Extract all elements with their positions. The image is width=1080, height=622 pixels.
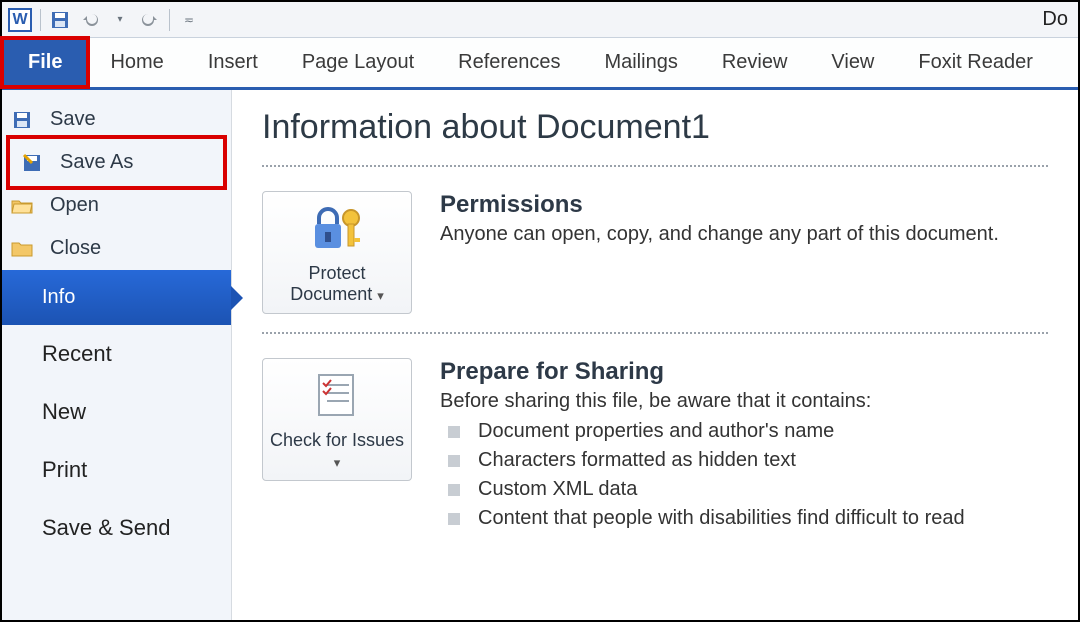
page-title: Information about Document1 bbox=[262, 108, 1048, 147]
tab-view[interactable]: View bbox=[809, 38, 896, 87]
sidebar-item-label: Info bbox=[42, 286, 75, 309]
list-item: Custom XML data bbox=[448, 475, 965, 504]
save-icon bbox=[10, 108, 34, 132]
divider bbox=[262, 165, 1048, 167]
divider bbox=[262, 332, 1048, 334]
save-icon[interactable] bbox=[49, 9, 71, 31]
backstage-sidebar: Save Save As Open Close Info Recent bbox=[2, 90, 232, 620]
list-item: Document properties and author's name bbox=[448, 417, 965, 446]
prepare-section: Check for Issues ▾ Prepare for Sharing B… bbox=[262, 352, 1048, 533]
folder-open-icon bbox=[10, 194, 34, 218]
dropdown-arrow-icon[interactable]: ▾ bbox=[109, 9, 131, 31]
sidebar-item-label: Save & Send bbox=[42, 515, 170, 541]
qat-separator bbox=[169, 9, 170, 31]
button-label: Protect Document ▾ bbox=[269, 263, 405, 305]
check-for-issues-button[interactable]: Check for Issues ▾ bbox=[262, 358, 412, 481]
prepare-issues-list: Document properties and author's name Ch… bbox=[440, 417, 965, 533]
ribbon-tabs: File Home Insert Page Layout References … bbox=[2, 38, 1078, 90]
sidebar-item-new[interactable]: New bbox=[2, 383, 231, 441]
bullet-icon bbox=[448, 455, 460, 467]
chevron-down-icon: ▾ bbox=[334, 455, 341, 470]
sidebar-item-open[interactable]: Open bbox=[2, 184, 231, 227]
window-title: Do bbox=[1042, 8, 1072, 31]
customize-qat-icon[interactable]: ≂ bbox=[178, 9, 200, 31]
sidebar-item-print[interactable]: Print bbox=[2, 441, 231, 499]
sidebar-item-label: Recent bbox=[42, 341, 112, 367]
sidebar-item-info[interactable]: Info bbox=[2, 270, 231, 325]
lock-key-icon bbox=[309, 204, 365, 257]
tab-file[interactable]: File bbox=[2, 38, 88, 87]
quick-access-toolbar: W ▾ ≂ Do bbox=[2, 2, 1078, 38]
sidebar-item-recent[interactable]: Recent bbox=[2, 325, 231, 383]
prepare-body: Before sharing this file, be aware that … bbox=[440, 390, 965, 413]
sidebar-item-close[interactable]: Close bbox=[2, 227, 231, 270]
prepare-heading: Prepare for Sharing bbox=[440, 358, 965, 386]
bullet-icon bbox=[448, 484, 460, 496]
bullet-icon bbox=[448, 426, 460, 438]
checklist-icon bbox=[309, 371, 365, 424]
protect-document-button[interactable]: Protect Document ▾ bbox=[262, 191, 412, 314]
list-item: Content that people with disabilities fi… bbox=[448, 504, 965, 533]
bullet-icon bbox=[448, 513, 460, 525]
sidebar-item-label: Print bbox=[42, 457, 87, 483]
sidebar-item-save-as[interactable]: Save As bbox=[12, 141, 221, 184]
redo-icon[interactable] bbox=[139, 9, 161, 31]
tab-references[interactable]: References bbox=[436, 38, 582, 87]
sidebar-item-label: Open bbox=[50, 194, 99, 217]
sidebar-item-label: Close bbox=[50, 237, 101, 260]
word-app-icon[interactable]: W bbox=[8, 8, 32, 32]
tab-mailings[interactable]: Mailings bbox=[582, 38, 699, 87]
sidebar-item-save[interactable]: Save bbox=[2, 98, 231, 141]
sidebar-item-save-send[interactable]: Save & Send bbox=[2, 499, 231, 557]
button-label: Check for Issues ▾ bbox=[269, 430, 405, 472]
tab-review[interactable]: Review bbox=[700, 38, 810, 87]
chevron-down-icon: ▾ bbox=[377, 288, 384, 303]
qat-separator bbox=[40, 9, 41, 31]
list-item: Characters formatted as hidden text bbox=[448, 446, 965, 475]
sidebar-item-label: Save bbox=[50, 108, 96, 131]
backstage-content: Information about Document1 Protect Docu… bbox=[232, 90, 1078, 620]
tab-home[interactable]: Home bbox=[88, 38, 185, 87]
sidebar-item-label: Save As bbox=[60, 151, 133, 174]
permissions-heading: Permissions bbox=[440, 191, 999, 219]
tab-page-layout[interactable]: Page Layout bbox=[280, 38, 436, 87]
sidebar-item-label: New bbox=[42, 399, 86, 425]
save-as-icon bbox=[20, 151, 44, 175]
tab-foxit-reader[interactable]: Foxit Reader bbox=[896, 38, 1055, 87]
permissions-body: Anyone can open, copy, and change any pa… bbox=[440, 223, 999, 246]
folder-close-icon bbox=[10, 237, 34, 261]
undo-icon[interactable] bbox=[79, 9, 101, 31]
permissions-section: Protect Document ▾ Permissions Anyone ca… bbox=[262, 185, 1048, 314]
tab-insert[interactable]: Insert bbox=[186, 38, 280, 87]
